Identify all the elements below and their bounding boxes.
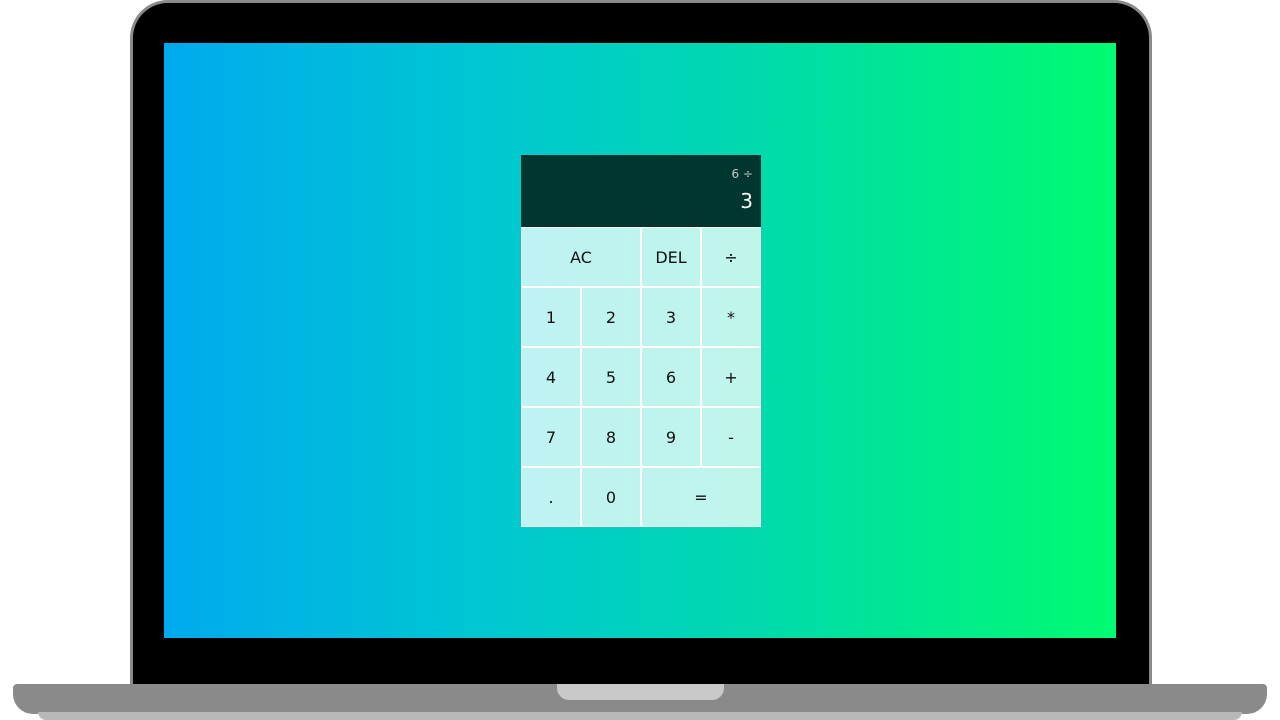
divide-button[interactable]: ÷ bbox=[701, 227, 761, 287]
number-7-button[interactable]: 7 bbox=[521, 407, 581, 467]
number-4-button[interactable]: 4 bbox=[521, 347, 581, 407]
screen: 6 ÷ 3 AC DEL ÷ 1 2 3 * 4 5 6 + 7 8 9 - .… bbox=[164, 43, 1116, 638]
number-5-button[interactable]: 5 bbox=[581, 347, 641, 407]
number-1-button[interactable]: 1 bbox=[521, 287, 581, 347]
calculator: 6 ÷ 3 AC DEL ÷ 1 2 3 * 4 5 6 + 7 8 9 - .… bbox=[521, 155, 761, 527]
previous-operand: 6 ÷ bbox=[731, 167, 753, 181]
number-0-button[interactable]: 0 bbox=[581, 467, 641, 527]
laptop-base-shadow bbox=[38, 712, 1242, 720]
laptop-notch bbox=[557, 684, 724, 700]
current-operand: 3 bbox=[740, 189, 753, 213]
all-clear-button[interactable]: AC bbox=[521, 227, 641, 287]
number-3-button[interactable]: 3 bbox=[641, 287, 701, 347]
equals-button[interactable]: = bbox=[641, 467, 761, 527]
number-9-button[interactable]: 9 bbox=[641, 407, 701, 467]
multiply-button[interactable]: * bbox=[701, 287, 761, 347]
number-8-button[interactable]: 8 bbox=[581, 407, 641, 467]
add-button[interactable]: + bbox=[701, 347, 761, 407]
number-2-button[interactable]: 2 bbox=[581, 287, 641, 347]
calculator-display: 6 ÷ 3 bbox=[521, 155, 761, 227]
delete-button[interactable]: DEL bbox=[641, 227, 701, 287]
subtract-button[interactable]: - bbox=[701, 407, 761, 467]
decimal-button[interactable]: . bbox=[521, 467, 581, 527]
number-6-button[interactable]: 6 bbox=[641, 347, 701, 407]
